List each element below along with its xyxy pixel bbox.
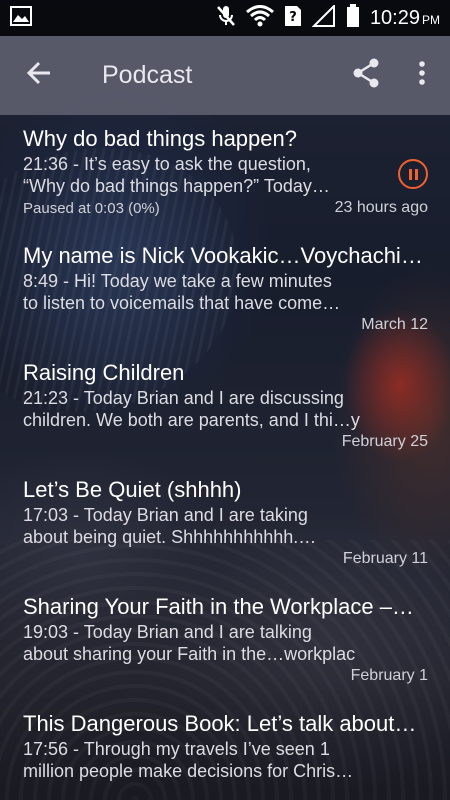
episode-description: 21:23 - Today Brian and I are discussing… <box>23 388 360 430</box>
episode-date: 23 hours ago <box>334 199 428 216</box>
episode-description: 21:36 - It’s easy to ask the question, “… <box>23 154 330 196</box>
share-icon <box>352 58 380 93</box>
wifi-icon <box>245 4 274 32</box>
svg-text:?: ? <box>289 10 297 25</box>
episode-title: Sharing Your Faith in the Workplace –… <box>23 594 414 619</box>
episode-item[interactable]: This Dangerous Book: Let’s talk about… 1… <box>0 700 450 800</box>
episode-description: 17:03 - Today Brian and I are taking abo… <box>23 505 317 547</box>
pause-button[interactable] <box>398 159 428 189</box>
sim-unknown-icon: ? <box>284 5 302 32</box>
clock: 10:29 PM <box>369 6 440 29</box>
app-bar: Podcast <box>0 36 450 115</box>
episode-progress: Paused at 0:03 (0%) <box>23 199 160 217</box>
episode-description: 19:03 - Today Brian and I are talking ab… <box>23 622 356 664</box>
image-icon <box>10 5 32 31</box>
episode-item[interactable]: Sharing Your Faith in the Workplace –… 1… <box>0 583 450 700</box>
episode-date: February 11 <box>342 550 428 567</box>
episode-list: Why do bad things happen? 21:36 - It’s e… <box>0 115 450 800</box>
episode-item[interactable]: Why do bad things happen? 21:36 - It’s e… <box>0 115 450 232</box>
episode-title: Let’s Be Quiet (shhhh) <box>23 477 242 502</box>
overflow-menu-button[interactable] <box>394 36 450 115</box>
page-title: Podcast <box>102 61 193 89</box>
episode-item[interactable]: Raising Children 21:23 - Today Brian and… <box>0 349 450 466</box>
episode-date: February 25 <box>341 433 428 450</box>
mute-icon <box>216 5 236 32</box>
status-bar: ? 10:29 PM <box>0 0 450 36</box>
episode-date: February 1 <box>350 667 428 684</box>
episode-title: Raising Children <box>23 360 185 385</box>
episode-date: March 12 <box>361 316 428 333</box>
episode-description: 8:49 - Hi! Today we take a few minutes t… <box>23 271 341 313</box>
more-vert-icon <box>418 60 426 91</box>
episode-title: My name is Nick Vookakic…Voychachi… <box>23 243 423 268</box>
pause-icon <box>408 168 412 180</box>
signal-icon <box>311 3 336 32</box>
back-button[interactable] <box>0 36 78 115</box>
episode-item[interactable]: Let’s Be Quiet (shhhh) 17:03 - Today Bri… <box>0 466 450 583</box>
episode-title: This Dangerous Book: Let’s talk about… <box>23 711 417 736</box>
arrow-back-icon <box>26 61 52 90</box>
episode-item[interactable]: My name is Nick Vookakic…Voychachi… 8:49… <box>0 232 450 349</box>
share-button[interactable] <box>338 36 394 115</box>
episode-title: Why do bad things happen? <box>23 126 297 151</box>
battery-icon <box>346 3 360 33</box>
episode-description: 17:56 - Through my travels I’ve seen 1 m… <box>23 739 354 781</box>
